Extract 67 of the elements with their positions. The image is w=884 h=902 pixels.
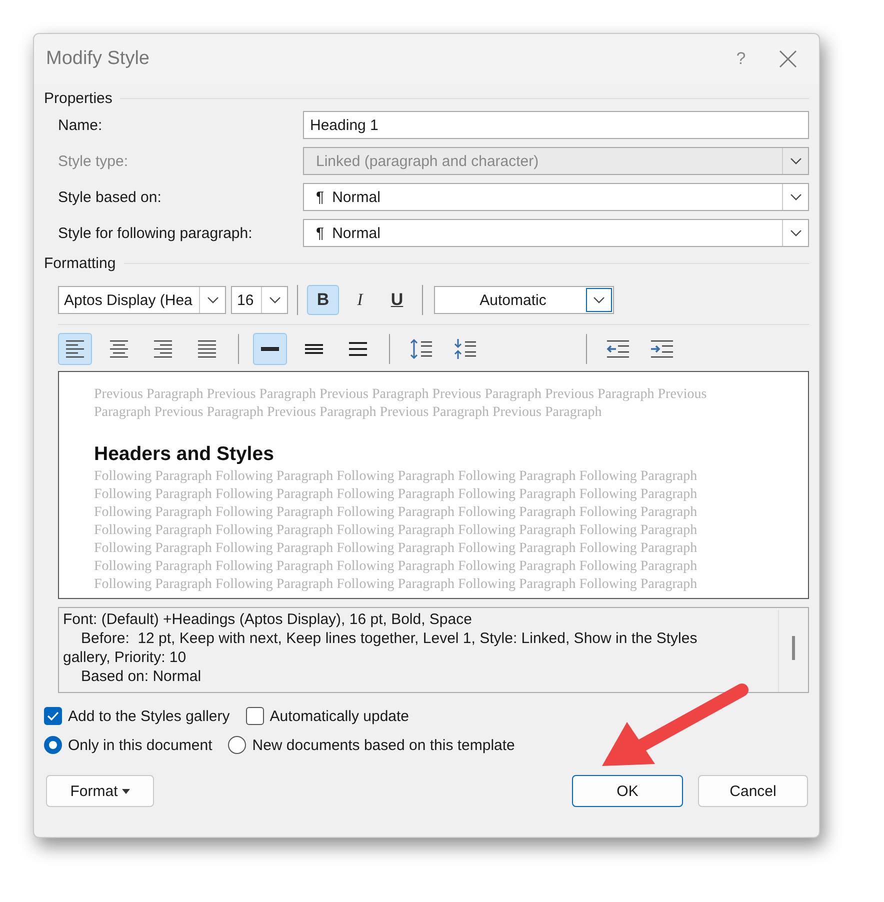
italic-button[interactable]: I — [344, 285, 376, 315]
chevron-down-icon — [593, 296, 605, 304]
preview-text: Following Paragraph Following Paragraph Following Paragraph Following Paragraph Following Paragraph — [94, 576, 698, 594]
chevron-down-icon — [206, 296, 218, 304]
line-spacing-icon — [260, 347, 280, 351]
dropdown[interactable]: ¶ Normal — [303, 183, 809, 211]
field-label: Style for following paragraph: — [58, 224, 254, 242]
color-dropdown[interactable]: Automatic — [434, 286, 614, 314]
description-text: gallery, Priority: 10 — [63, 648, 188, 667]
underline-button[interactable]: U — [381, 285, 413, 315]
name-field[interactable]: Heading 1 — [303, 111, 809, 139]
preview-text: Following Paragraph Following Paragraph Following Paragraph Following Paragraph Following Paragraph — [94, 504, 698, 522]
chevron-down-icon — [268, 296, 280, 304]
checkmark-icon — [47, 711, 59, 721]
line-spacing-icon — [348, 342, 368, 356]
preview-text: Following Paragraph Following Paragraph Following Paragraph Following Paragraph Following Paragraph — [94, 540, 698, 558]
preview-text: Following Paragraph Following Paragraph Following Paragraph Following Paragraph Following Paragraph — [94, 558, 698, 576]
preview-heading: Headers and Styles — [94, 442, 275, 466]
section-heading: Formatting — [44, 255, 116, 272]
paragraph-spacing-icon — [409, 338, 433, 360]
indent-decrease-icon — [606, 338, 630, 360]
dropdown[interactable]: ¶ Normal — [303, 219, 809, 247]
chevron-down-icon — [790, 229, 802, 237]
checkbox[interactable] — [44, 707, 62, 725]
checkbox-label: Add to the Styles gallery — [68, 708, 230, 724]
bold-button[interactable]: B — [307, 285, 339, 315]
font-dropdown[interactable]: Aptos Display (Hea — [58, 286, 226, 314]
caret-down-icon — [122, 788, 130, 794]
description-text: Based on: Normal — [80, 667, 202, 686]
line-spacing-icon — [304, 344, 324, 354]
dialog-button[interactable]: Cancel — [698, 775, 808, 807]
preview-text: Following Paragraph Following Paragraph Following Paragraph Following Paragraph Following Paragraph — [94, 522, 698, 540]
radio-label: New documents based on this template — [252, 736, 515, 754]
field-label: Name: — [58, 116, 104, 134]
dropdown-value: Linked (paragraph and character) — [316, 152, 539, 170]
preview-text: Following Paragraph Following Paragraph Following Paragraph Following Paragraph Following Paragraph — [94, 486, 698, 504]
dialog-button[interactable]: Format — [46, 775, 154, 807]
field-label: Style type: — [58, 152, 130, 170]
radio-button[interactable] — [228, 736, 246, 754]
section-heading: Properties — [44, 90, 112, 107]
dialog-button[interactable]: OK — [572, 775, 683, 807]
align-center-icon — [109, 338, 129, 360]
align-right-icon — [153, 338, 173, 360]
align-left-icon — [65, 338, 85, 360]
description-text: Before: 12 pt, Keep with next, Keep lines together, Level 1, Style: Linked, Show in the Styles — [80, 629, 698, 648]
dropdown-value: Normal — [332, 224, 380, 242]
field-label: Style based on: — [58, 188, 162, 206]
align-justify-icon — [197, 338, 217, 360]
indent-increase-icon — [650, 338, 674, 360]
checkbox-label: Automatically update — [270, 708, 410, 724]
radio-button[interactable] — [44, 736, 62, 754]
align-left-button[interactable] — [58, 333, 92, 365]
paragraph-spacing-icon — [453, 338, 477, 360]
size-dropdown[interactable]: 16 — [231, 286, 288, 314]
line-spacing-button[interactable] — [253, 333, 287, 365]
window-title: Modify Style — [46, 48, 150, 70]
preview-text: Following Paragraph Following Paragraph Following Paragraph Following Paragraph Following Paragraph — [94, 468, 698, 486]
radio-label: Only in this document — [68, 736, 212, 754]
pilcrow-text: ¶ — [316, 188, 324, 206]
chevron-down-icon — [790, 193, 802, 201]
chevron-down-icon — [790, 157, 802, 165]
checkbox[interactable] — [246, 707, 264, 725]
description-text: Font: (Default) +Headings (Aptos Display), 16 pt, Bold, Space — [63, 610, 473, 629]
preview-text: Previous Paragraph Previous Paragraph Previous Paragraph Previous Paragraph Previous Paragraph Previous — [94, 386, 708, 404]
dropdown-value: Normal — [332, 188, 380, 206]
preview-text: Paragraph Previous Paragraph Previous Paragraph Previous Paragraph Previous Paragraph — [94, 404, 603, 422]
pilcrow-text: ¶ — [316, 224, 324, 242]
